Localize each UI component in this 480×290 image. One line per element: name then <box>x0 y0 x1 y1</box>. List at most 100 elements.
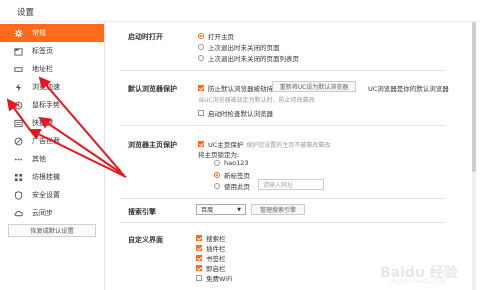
option-label: hao123 <box>224 159 249 167</box>
homepage-option-hao123[interactable]: hao123 <box>214 159 249 167</box>
sidebar-item-label: 其他 <box>32 155 46 163</box>
sidebar-item-speedup[interactable]: 浏览加速 <box>0 78 104 96</box>
custom-ui-item[interactable]: 搜索栏 <box>196 233 226 243</box>
checkbox-label: 书签栏 <box>206 255 226 263</box>
option-label: 打开主页 <box>208 33 234 41</box>
checkbox-label: 启动时检查默认浏览器 <box>208 110 273 118</box>
radio-button[interactable] <box>198 33 204 39</box>
default-browser-section-label: 默认浏览器保护 <box>128 85 177 93</box>
custom-ui-item[interactable]: 即启栏 <box>196 263 226 273</box>
sidebar-item-adblock[interactable]: 广告拦截 <box>0 132 104 150</box>
checkbox[interactable] <box>196 235 202 241</box>
option-label: 使用此页 <box>224 183 250 191</box>
sidebar-item-label: 标签页 <box>32 47 53 55</box>
sidebar-item-label: 地址栏 <box>32 65 53 73</box>
checkbox-label: 搜索栏 <box>206 235 226 243</box>
startup-option-last-pages[interactable]: 上次退出时未关闭的页面 <box>198 42 280 52</box>
sidebar-item-label: 云同步 <box>32 209 53 217</box>
radio-button[interactable] <box>214 172 220 178</box>
more-icon <box>13 154 24 165</box>
sidebar-item-security[interactable]: 安全设置 <box>0 186 104 204</box>
sidebar-item-address-bar[interactable]: 地址栏 <box>0 60 104 78</box>
cloud-icon <box>13 208 24 219</box>
search-engine-value: 百度 <box>201 207 214 214</box>
gear-icon <box>13 28 24 39</box>
sidebar-item-label: 安全设置 <box>32 191 60 199</box>
checkbox-label: 即启栏 <box>206 265 226 273</box>
startup-check-checkbox-row[interactable]: 启动时检查默认浏览器 <box>198 108 273 118</box>
settings-content: 启动时打开 打开主页 上次退出时未关闭的页面 上次退出时未关闭的页面列表页 默认… <box>106 22 480 290</box>
sidebar-item-grid[interactable]: 坊根桂機 <box>0 168 104 186</box>
sidebar-item-tabs[interactable]: 标签页 <box>0 42 104 60</box>
sidebar-item-label: 快捷键 <box>32 119 53 127</box>
manage-search-engines-button[interactable]: 管理搜索引擎 <box>251 204 305 215</box>
default-browser-status: UC浏览器是你的默认浏览器 <box>368 85 449 93</box>
scrollbar-thumb[interactable] <box>472 22 476 172</box>
sidebar-item-label: 鼠标手势 <box>32 101 60 109</box>
checkbox[interactable] <box>196 245 202 251</box>
shield-icon <box>13 190 24 201</box>
custom-ui-item[interactable]: 书签栏 <box>196 253 226 263</box>
option-label: 上次退出时未关闭的页面列表页 <box>208 55 299 63</box>
checkbox[interactable] <box>196 275 202 281</box>
sidebar-item-cloud-sync[interactable]: 云同步 <box>0 204 104 222</box>
sidebar-item-label: 浏览加速 <box>32 83 60 91</box>
tab-icon <box>13 46 24 57</box>
set-default-browser-button[interactable]: 重新将UC设为默认浏览器 <box>272 81 356 92</box>
prevent-hijack-checkbox-row[interactable]: 防止默认浏览器被劫持 <box>198 83 273 93</box>
mouse-gesture-icon <box>13 100 24 111</box>
sidebar-item-label: 坊根桂機 <box>32 173 60 181</box>
radio-button[interactable] <box>214 183 220 189</box>
section-divider <box>120 125 446 126</box>
lightning-icon <box>13 82 24 93</box>
radio-button[interactable] <box>214 160 220 166</box>
chevron-down-icon: ▼ <box>237 206 241 213</box>
settings-sidebar: 常规 标签页 地址栏 浏览加速 鼠标手势 快捷键 广告拦截 其他 坊根桂機 安全… <box>0 22 105 290</box>
checkbox-label: 插件栏 <box>206 245 226 253</box>
radio-button[interactable] <box>198 44 204 50</box>
section-divider <box>120 198 446 199</box>
checkbox[interactable] <box>196 265 202 271</box>
sidebar-item-general[interactable]: 常规 <box>0 24 104 42</box>
custom-ui-section-label: 自定义界面 <box>128 236 163 244</box>
sidebar-item-label: 广告拦截 <box>32 137 60 145</box>
sidebar-item-mouse-gesture[interactable]: 鼠标手势 <box>0 96 104 114</box>
section-divider <box>120 70 446 71</box>
address-bar-icon <box>13 64 24 75</box>
homepage-option-newtab[interactable]: 新标签页 <box>214 170 250 180</box>
restore-defaults-button[interactable]: 恢复成默认设置 <box>8 224 96 237</box>
section-divider <box>120 222 446 223</box>
checkbox[interactable] <box>198 141 204 147</box>
sidebar-item-shortcuts[interactable]: 快捷键 <box>0 114 104 132</box>
title-bar: 设置 <box>0 0 480 22</box>
watermark-sub: jingyan.baidu.com <box>390 278 446 285</box>
custom-ui-item[interactable]: 免费WiFi <box>196 273 232 283</box>
option-label: 新标签页 <box>224 172 250 180</box>
homepage-protect-note: 保护您设置的主页不被篡改篡改 <box>246 141 331 149</box>
checkbox[interactable] <box>198 110 204 116</box>
sidebar-item-other[interactable]: 其他 <box>0 150 104 168</box>
startup-option-homepage[interactable]: 打开主页 <box>198 31 234 41</box>
checkbox[interactable] <box>196 255 202 261</box>
homepage-protect-checkbox-row[interactable]: UC主页保护 保护您设置的主页不被篡改篡改 <box>198 139 330 149</box>
option-label: 上次退出时未关闭的页面 <box>208 44 280 52</box>
homepage-section-label: 浏览器主页保护 <box>128 141 177 149</box>
checkbox-label: UC主页保护 <box>208 141 244 149</box>
grid-icon <box>13 172 24 183</box>
checkbox-label: 防止默认浏览器被劫持 <box>208 85 273 93</box>
homepage-set-label: 将主页锁定为: <box>198 151 240 159</box>
search-engine-select[interactable]: 百度 ▼ <box>196 204 246 215</box>
keyboard-icon <box>13 118 24 129</box>
radio-button[interactable] <box>198 55 204 61</box>
checkbox-label: 免费WiFi <box>206 275 233 283</box>
startup-option-last-list[interactable]: 上次退出时未关闭的页面列表页 <box>198 53 299 63</box>
custom-ui-item[interactable]: 插件栏 <box>196 243 226 253</box>
homepage-option-custom[interactable]: 使用此页 <box>214 181 250 191</box>
checkbox[interactable] <box>198 85 204 91</box>
window-title: 设置 <box>17 8 35 18</box>
homepage-url-input[interactable]: 请输入网址 <box>258 179 324 190</box>
startup-section-label: 启动时打开 <box>128 33 163 41</box>
search-section-label: 搜索引擎 <box>128 208 156 216</box>
block-icon <box>13 136 24 147</box>
sidebar-item-label: 常规 <box>32 29 46 37</box>
